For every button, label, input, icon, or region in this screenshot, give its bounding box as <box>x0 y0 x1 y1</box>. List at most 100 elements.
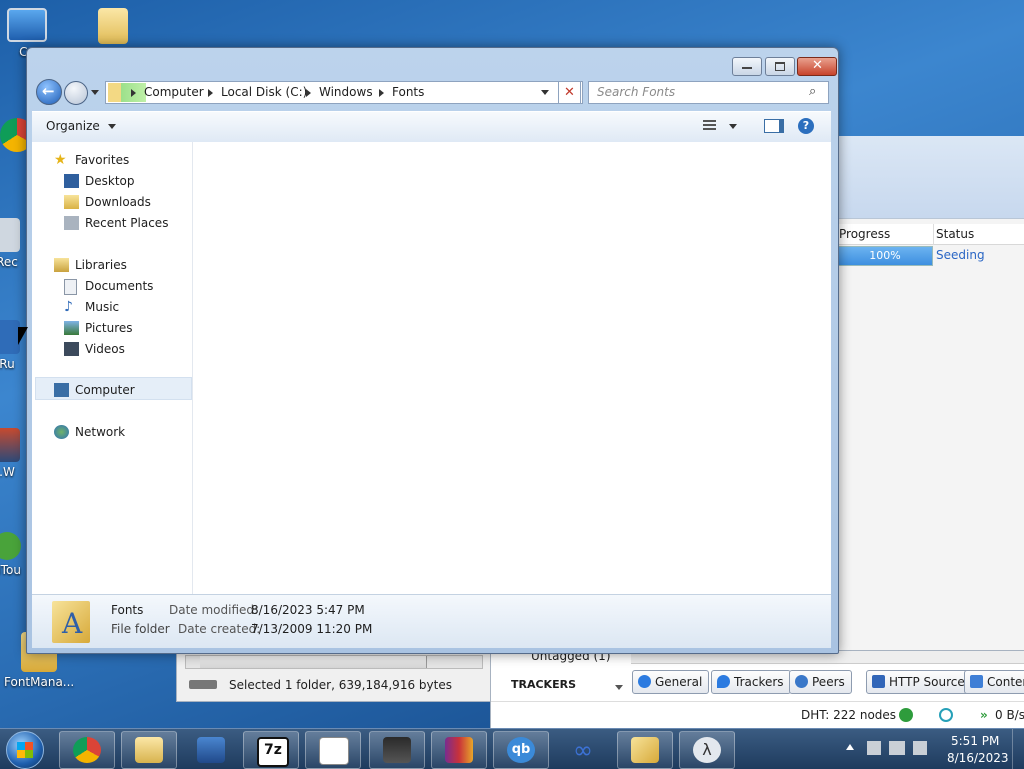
column-header-status[interactable]: Status <box>934 224 1024 245</box>
file-list-area[interactable] <box>193 142 831 594</box>
trackers-header[interactable]: TRACKERS <box>511 678 576 691</box>
speed-gauge-icon <box>939 708 953 722</box>
taskbar-lambda-app[interactable]: λ <box>679 731 735 769</box>
chrome-icon <box>73 737 101 763</box>
desktop-icon-folder[interactable] <box>78 8 148 47</box>
nav-computer[interactable]: Computer <box>54 380 135 401</box>
minimize-button[interactable] <box>732 57 762 76</box>
cat-icon <box>383 737 411 763</box>
utorrent-icon <box>0 532 21 560</box>
desktop-icon <box>64 174 79 188</box>
desktop-icon-label: .W <box>0 465 15 479</box>
recent-pages-chevron-icon[interactable] <box>91 90 99 95</box>
taskbar-winrar[interactable] <box>431 731 487 769</box>
taskbar-fonts-folder[interactable] <box>617 731 673 769</box>
computer-icon <box>54 383 69 397</box>
nav-desktop[interactable]: Desktop <box>64 171 135 192</box>
tab-general[interactable]: General <box>632 670 710 694</box>
address-dropdown-icon[interactable] <box>541 90 549 95</box>
nav-downloads[interactable]: Downloads <box>64 192 151 213</box>
detail-type: File folder <box>111 622 170 636</box>
fonts-folder-icon <box>108 83 146 102</box>
status-bar-text: Selected 1 folder, 639,184,916 bytes <box>229 678 452 692</box>
tab-trackers[interactable]: Trackers <box>711 670 791 694</box>
show-hidden-icons-button[interactable] <box>846 744 854 750</box>
taskbar-chrome[interactable] <box>59 731 115 769</box>
connection-ok-icon <box>899 708 913 722</box>
progress-percent: 100% <box>869 249 901 262</box>
tab-http-sources[interactable]: HTTP Sources <box>866 670 978 694</box>
qbittorrent-icon: qb <box>507 737 535 763</box>
search-icon[interactable]: ⌕ <box>809 84 816 99</box>
detail-created-value: 7/13/2009 11:20 PM <box>251 622 373 636</box>
breadcrumb-fonts[interactable]: Fonts <box>392 82 424 103</box>
clock-date[interactable]: 8/16/2023 <box>947 751 1009 765</box>
nav-videos[interactable]: Videos <box>64 339 125 360</box>
action-center-icon[interactable] <box>867 741 881 755</box>
nav-documents[interactable]: Documents <box>64 276 153 297</box>
clock-time[interactable]: 5:51 PM <box>951 734 999 748</box>
view-options-icon[interactable] <box>703 120 716 131</box>
download-speed-icon: » <box>980 708 988 722</box>
volume-muted-icon[interactable] <box>913 741 927 755</box>
address-bar[interactable]: Computer Local Disk (C:) Windows Fonts <box>105 81 583 104</box>
taskbar-file-explorer[interactable] <box>121 731 177 769</box>
column-header-progress[interactable]: Progress <box>837 224 934 245</box>
taskbar-7zip[interactable]: 7z <box>243 731 299 769</box>
nav-music[interactable]: ♪ Music <box>64 297 119 318</box>
nav-pictures[interactable]: Pictures <box>64 318 133 339</box>
preview-pane-icon[interactable] <box>764 119 784 133</box>
documents-icon <box>64 279 77 295</box>
clear-address-button[interactable]: ✕ <box>558 81 581 104</box>
minimize-icon <box>742 67 752 69</box>
dht-status: DHT: 222 nodes <box>801 708 897 722</box>
letter-a-glyph: A <box>62 607 83 640</box>
organize-button[interactable]: Organize <box>46 119 116 133</box>
taskbar-infinity-app[interactable]: ∞ <box>555 731 611 769</box>
breadcrumb-computer[interactable]: Computer <box>144 82 204 103</box>
taskbar-cat-app[interactable] <box>369 731 425 769</box>
location-pin-icon <box>717 675 730 688</box>
close-icon: ✕ <box>812 58 823 73</box>
mouse-cursor-icon <box>18 327 28 345</box>
breadcrumb-local-disk[interactable]: Local Disk (C:) <box>221 82 307 103</box>
videos-icon <box>64 342 79 356</box>
back-button[interactable]: ← <box>36 79 62 105</box>
taskbar-qbittorrent[interactable]: qb <box>493 731 549 769</box>
tab-peers[interactable]: Peers <box>789 670 852 694</box>
list-icon <box>319 737 349 765</box>
tab-content[interactable]: Content <box>964 670 1024 694</box>
libraries-icon <box>54 258 69 272</box>
start-button[interactable] <box>6 731 44 769</box>
search-input[interactable]: Search Fonts ⌕ <box>588 81 829 104</box>
downloads-folder-icon <box>64 195 79 209</box>
taskbar-remote-desktop[interactable] <box>183 731 239 769</box>
forward-button[interactable] <box>64 81 88 105</box>
info-icon <box>638 675 651 688</box>
folder-icon <box>135 737 163 763</box>
horizontal-scrollbar[interactable] <box>185 655 483 669</box>
infinity-icon: ∞ <box>573 736 593 764</box>
breadcrumb-separator-icon <box>306 89 311 97</box>
scrollbar-thumb[interactable] <box>200 656 427 668</box>
nav-libraries[interactable]: Libraries <box>54 255 127 276</box>
close-button[interactable]: ✕ <box>797 57 837 76</box>
nav-network[interactable]: Network <box>54 422 125 443</box>
taskbar-list-app[interactable] <box>305 731 361 769</box>
help-icon[interactable]: ? <box>798 118 814 134</box>
qb-toolbar-area <box>837 136 1024 219</box>
desktop-icon-label: FontMana... <box>4 675 75 689</box>
show-desktop-button[interactable] <box>1012 729 1024 769</box>
detail-name: Fonts <box>111 603 144 617</box>
maximize-button[interactable] <box>765 57 795 76</box>
nav-favorites[interactable]: ★ Favorites <box>54 150 129 171</box>
arrow-left-icon: ← <box>42 82 55 100</box>
breadcrumb-windows[interactable]: Windows <box>319 82 373 103</box>
network-tray-icon[interactable] <box>889 741 905 755</box>
view-chevron-icon[interactable] <box>729 124 737 129</box>
recent-places-icon <box>64 216 79 230</box>
progress-bar: 100% <box>837 246 933 266</box>
download-speed: 0 B/s <box>995 708 1024 722</box>
detail-modified-label: Date modified: <box>169 603 259 617</box>
nav-recent-places[interactable]: Recent Places <box>64 213 168 234</box>
